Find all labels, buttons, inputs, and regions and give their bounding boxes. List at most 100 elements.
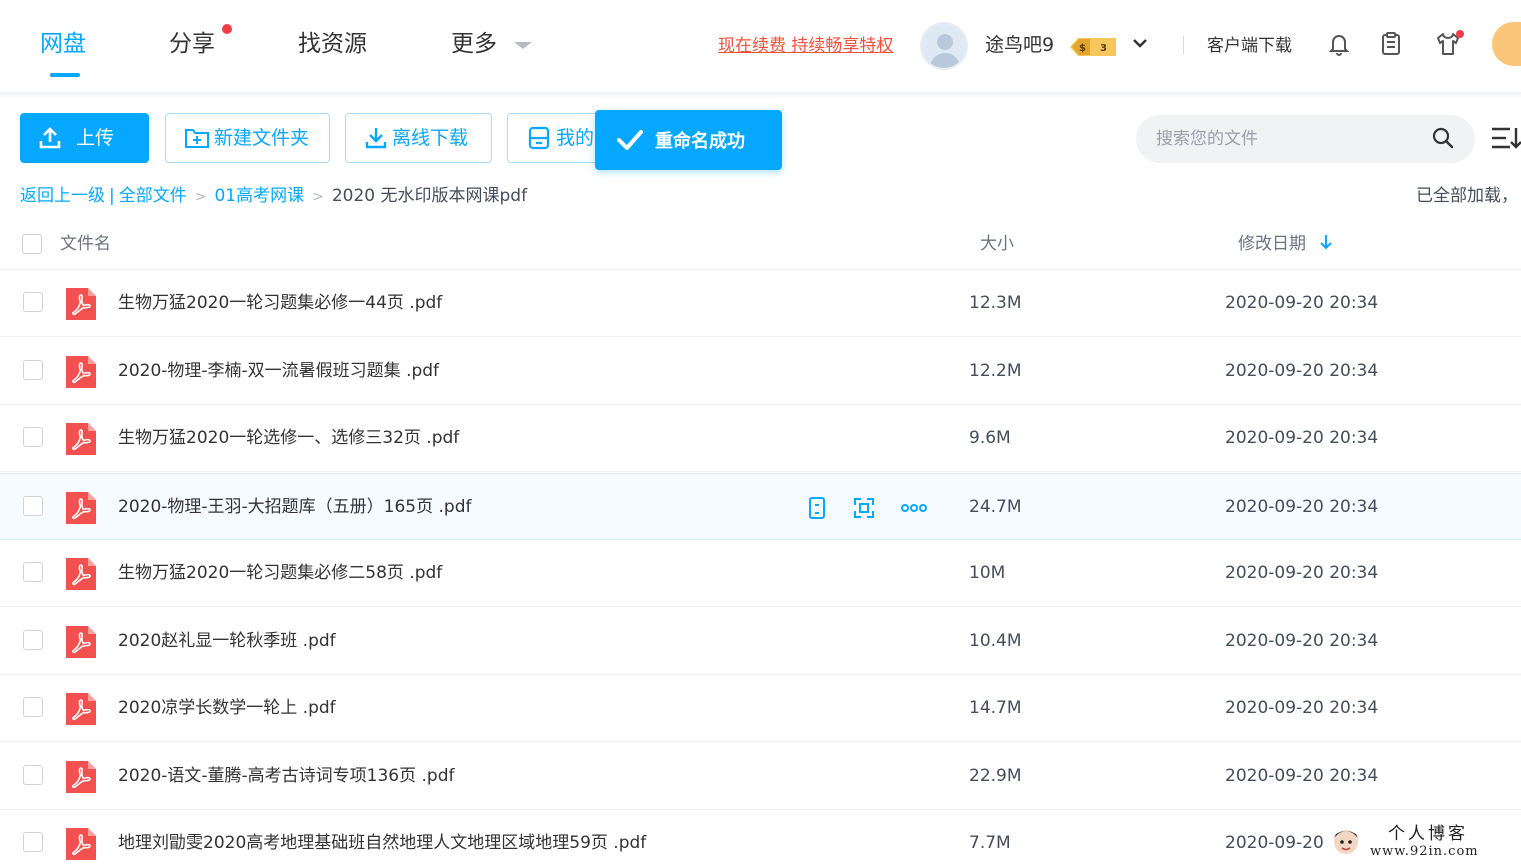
more-options-icon[interactable]: [900, 496, 927, 520]
table-row[interactable]: 2020凉学长数学一轮上 .pdf 14.7M 2020-09-20 20:34: [0, 675, 1521, 742]
vip-level-badge: $ 3: [1070, 38, 1116, 56]
sort-list-icon[interactable]: [1490, 125, 1521, 151]
file-size: 24.7M: [969, 496, 1022, 517]
column-header-size[interactable]: 大小: [980, 232, 1014, 256]
download-icon: [365, 128, 387, 149]
member-center-button[interactable]: [1492, 22, 1521, 66]
clipboard-icon[interactable]: [1377, 30, 1405, 58]
file-name[interactable]: 生物万猛2020一轮选修一、选修三32页 .pdf: [118, 425, 459, 451]
pdf-file-icon: [64, 490, 98, 526]
breadcrumb-arrow-icon: >: [312, 189, 324, 205]
top-navbar: 网盘 分享 找资源 更多 现在续费 持续畅享特权 途鸟吧9 $ 3 客户端下载: [0, 0, 1521, 92]
bell-icon[interactable]: [1325, 30, 1353, 58]
nav-tab-share[interactable]: 分享: [169, 28, 215, 60]
file-name[interactable]: 2020-语文-董腾-高考古诗词专项136页 .pdf: [118, 763, 455, 789]
file-modified-date: 2020-09-20: [1225, 833, 1324, 853]
table-row[interactable]: 2020-物理-王羽-大招题库（五册）165页 .pdf 24.7M 2020-09…: [0, 472, 1521, 540]
chevron-down-icon[interactable]: [1133, 36, 1147, 50]
pdf-file-icon: [64, 826, 98, 862]
row-checkbox[interactable]: [23, 359, 43, 380]
my-device-label: 我的: [556, 127, 595, 149]
breadcrumb-arrow-icon: >: [194, 189, 207, 205]
file-name[interactable]: 2020凉学长数学一轮上 .pdf: [118, 695, 336, 721]
share-link-icon[interactable]: [852, 496, 876, 520]
row-checkbox[interactable]: [23, 764, 43, 785]
username[interactable]: 途鸟吧9: [985, 31, 1054, 59]
row-checkbox[interactable]: [23, 562, 43, 582]
check-icon: [617, 130, 643, 150]
table-row[interactable]: 生物万猛2020一轮选修一、选修三32页 .pdf 9.6M 2020-09-20 …: [0, 405, 1521, 472]
file-modified-date: 2020-09-20 20:34: [1225, 428, 1379, 448]
file-name[interactable]: 地理刘勖雯2020高考地理基础班自然地理人文地理区域地理59页 .pdf: [118, 830, 646, 856]
breadcrumb-back-link[interactable]: 返回上一级: [20, 186, 105, 206]
nav-tab-netdisk[interactable]: 网盘: [40, 28, 86, 60]
file-name[interactable]: 生物万猛2020一轮习题集必修一44页 .pdf: [118, 290, 442, 316]
select-all-checkbox[interactable]: [22, 234, 42, 254]
breadcrumb-current: 2020 无水印版本网课pdf: [331, 186, 528, 206]
upload-label: 上传: [76, 127, 115, 149]
nav-tab-find-resources[interactable]: 找资源: [298, 28, 367, 60]
new-folder-label: 新建文件夹: [214, 127, 310, 149]
row-checkbox[interactable]: [23, 495, 43, 516]
renew-vip-link[interactable]: 现在续费 持续畅享特权: [718, 35, 893, 57]
search-icon[interactable]: [1432, 127, 1454, 149]
caret-down-icon[interactable]: [514, 42, 532, 49]
table-row[interactable]: 2020赵礼显一轮秋季班 .pdf 10.4M 2020-09-20 20:34: [0, 608, 1521, 675]
notification-dot: [222, 24, 232, 34]
file-name[interactable]: 2020-物理-李楠-双一流暑假班习题集 .pdf: [118, 358, 439, 384]
file-name[interactable]: 2020赵礼显一轮秋季班 .pdf: [118, 628, 336, 654]
file-name[interactable]: 生物万猛2020一轮习题集必修二58页 .pdf: [118, 560, 442, 586]
client-download-link[interactable]: 客户端下载: [1207, 35, 1292, 57]
table-row[interactable]: 2020-语文-董腾-高考古诗词专项136页 .pdf 22.9M 2020-09-…: [0, 743, 1521, 810]
breadcrumb-all-files-link[interactable]: 全部文件: [119, 186, 187, 206]
upload-button[interactable]: 上传: [20, 113, 149, 163]
breadcrumb: 返回上一级 | 全部文件 >01高考网课 >2020 无水印版本网课pdf: [20, 184, 527, 209]
search-input[interactable]: [1156, 125, 1426, 153]
file-modified-date: 2020-09-20 20:34: [1225, 293, 1379, 313]
file-name[interactable]: 2020-物理-王羽-大招题库（五册）165页 .pdf: [118, 494, 472, 520]
new-folder-icon: [185, 129, 209, 148]
row-checkbox[interactable]: [23, 292, 43, 312]
avatar[interactable]: [920, 22, 968, 70]
row-checkbox[interactable]: [23, 697, 43, 717]
watermark-title: 个人博客: [1388, 824, 1468, 844]
file-modified-date: 2020-09-20 20:34: [1225, 630, 1379, 651]
file-modified-date: 2020-09-20 20:34: [1225, 496, 1379, 517]
row-checkbox[interactable]: [23, 629, 43, 650]
table-row[interactable]: 2020-物理-李楠-双一流暑假班习题集 .pdf 12.2M 2020-09-20…: [0, 338, 1521, 405]
load-status: 已全部加载，: [1416, 186, 1518, 206]
file-size: 14.7M: [969, 698, 1022, 718]
pdf-file-icon: [64, 421, 98, 457]
divider: [1183, 36, 1184, 54]
row-checkbox[interactable]: [23, 427, 43, 447]
file-size: 10.4M: [969, 630, 1022, 651]
file-size: 12.3M: [969, 293, 1022, 313]
search-box: [1136, 115, 1475, 163]
offline-download-button[interactable]: 离线下载: [345, 113, 492, 163]
file-size: 9.6M: [969, 428, 1011, 448]
nav-tab-more[interactable]: 更多: [451, 28, 497, 60]
vip-level-number: 3: [1100, 43, 1107, 54]
pdf-file-icon: [64, 286, 98, 322]
file-size: 22.9M: [969, 765, 1022, 786]
breadcrumb-folder-link[interactable]: 01高考网课: [214, 186, 304, 206]
table-row[interactable]: 生物万猛2020一轮习题集必修一44页 .pdf 12.3M 2020-09-20 …: [0, 270, 1521, 337]
breadcrumb-separator: |: [109, 186, 115, 206]
table-row[interactable]: 地理刘勖雯2020高考地理基础班自然地理人文地理区域地理59页 .pdf 7.7M…: [0, 810, 1521, 865]
table-row[interactable]: 生物万猛2020一轮习题集必修二58页 .pdf 10M 2020-09-20 20…: [0, 540, 1521, 607]
row-checkbox[interactable]: [23, 832, 43, 852]
send-to-phone-icon[interactable]: [805, 496, 829, 520]
pdf-file-icon: [64, 759, 98, 795]
new-folder-button[interactable]: 新建文件夹: [165, 113, 330, 163]
table-header: 文件名 大小 修改日期: [0, 220, 1521, 270]
pdf-file-icon: [64, 624, 98, 660]
file-size: 10M: [969, 563, 1006, 583]
pdf-file-icon: [64, 354, 98, 390]
toast-message: 重命名成功: [655, 131, 745, 152]
column-header-date[interactable]: 修改日期: [1238, 232, 1306, 256]
sort-descending-icon[interactable]: [1319, 234, 1333, 250]
column-header-name[interactable]: 文件名: [60, 232, 111, 256]
notification-dot: [1456, 30, 1464, 38]
pdf-file-icon: [64, 556, 98, 592]
pdf-file-icon: [64, 691, 98, 727]
